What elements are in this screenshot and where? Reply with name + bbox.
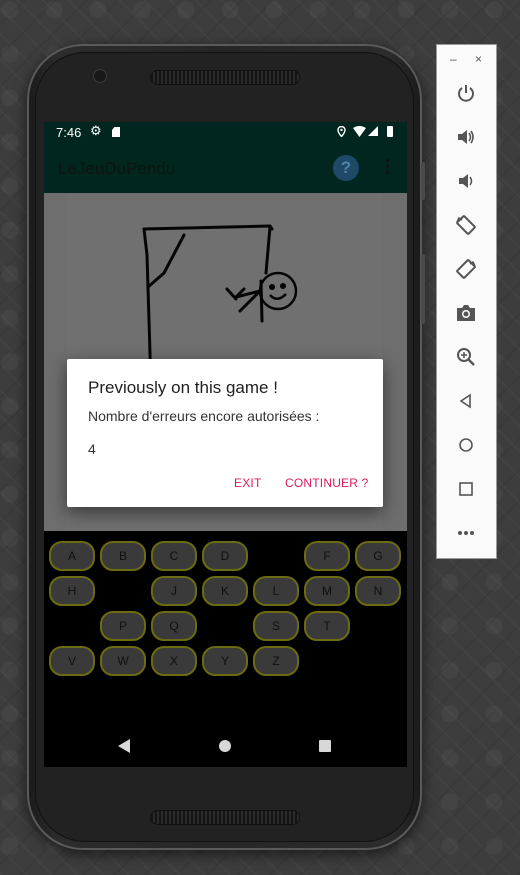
key-L[interactable]: L — [253, 576, 299, 606]
android-nav-bar — [44, 722, 407, 767]
status-bar: 7:46 ⚙ — [44, 122, 407, 143]
volume-up-icon[interactable] — [454, 125, 478, 149]
exit-button[interactable]: EXIT — [234, 476, 261, 490]
rotate-right-icon[interactable] — [454, 257, 478, 281]
battery-icon — [387, 126, 393, 137]
letter-keyboard: A B C D F G H J K L M N P Q S T V W X Y … — [44, 531, 407, 691]
back-icon[interactable] — [454, 389, 478, 413]
home-circle-icon[interactable] — [219, 740, 231, 752]
location-icon — [337, 126, 346, 137]
key-K[interactable]: K — [202, 576, 248, 606]
volume-side-button — [421, 162, 425, 200]
app-bar: LeJeuDuPendu ? — [44, 143, 407, 193]
help-icon[interactable]: ? — [333, 155, 359, 181]
front-camera — [94, 70, 106, 82]
app-title: LeJeuDuPendu — [58, 159, 176, 178]
key-F[interactable]: F — [304, 541, 350, 571]
key-A[interactable]: A — [49, 541, 95, 571]
home-icon[interactable] — [454, 433, 478, 457]
key-H[interactable]: H — [49, 576, 95, 606]
more-icon[interactable] — [454, 521, 478, 545]
signal-icon — [368, 126, 378, 136]
bottom-speaker-grille — [151, 811, 299, 824]
emulator-window-controls: – × — [437, 52, 498, 66]
sd-card-icon — [112, 127, 120, 137]
hangman-head — [258, 271, 298, 311]
gallows-beam — [142, 224, 274, 231]
power-icon[interactable] — [454, 81, 478, 105]
key-T[interactable]: T — [304, 611, 350, 641]
dialog-title: Previously on this game ! — [88, 378, 278, 397]
key-J[interactable]: J — [151, 576, 197, 606]
key-Y[interactable]: Y — [202, 646, 248, 676]
key-S[interactable]: S — [253, 611, 299, 641]
resume-game-dialog: Previously on this game ! Nombre d'erreu… — [67, 359, 383, 507]
back-triangle-icon[interactable] — [118, 739, 130, 753]
key-M[interactable]: M — [304, 576, 350, 606]
zoom-icon[interactable] — [454, 345, 478, 369]
gallows-rope — [264, 225, 272, 275]
key-D[interactable]: D — [202, 541, 248, 571]
key-P[interactable]: P — [100, 611, 146, 641]
continue-button[interactable]: CONTINUER ? — [285, 476, 369, 490]
emulator-toolbar: – × — [436, 44, 497, 559]
key-W[interactable]: W — [100, 646, 146, 676]
more-vert-icon[interactable] — [382, 157, 392, 177]
volume-down-icon[interactable] — [454, 169, 478, 193]
key-Z[interactable]: Z — [253, 646, 299, 676]
wifi-icon — [353, 126, 366, 137]
key-V[interactable]: V — [49, 646, 95, 676]
top-speaker-grille — [151, 71, 299, 84]
gear-icon: ⚙ — [90, 123, 102, 138]
status-time: 7:46 — [56, 125, 82, 140]
remaining-errors-value: 4 — [88, 441, 96, 457]
key-G[interactable]: G — [355, 541, 401, 571]
rotate-left-icon[interactable] — [454, 213, 478, 237]
dialog-message: Nombre d'erreurs encore autorisées : — [88, 408, 320, 424]
key-Q[interactable]: Q — [151, 611, 197, 641]
key-B[interactable]: B — [100, 541, 146, 571]
camera-icon[interactable] — [454, 301, 478, 325]
gallows-brace — [146, 233, 186, 289]
key-N[interactable]: N — [355, 576, 401, 606]
close-button[interactable]: × — [475, 52, 482, 66]
key-C[interactable]: C — [151, 541, 197, 571]
power-side-button — [421, 254, 425, 324]
key-X[interactable]: X — [151, 646, 197, 676]
overview-icon[interactable] — [454, 477, 478, 501]
minimize-button[interactable]: – — [450, 52, 457, 66]
recents-square-icon[interactable] — [319, 740, 331, 752]
